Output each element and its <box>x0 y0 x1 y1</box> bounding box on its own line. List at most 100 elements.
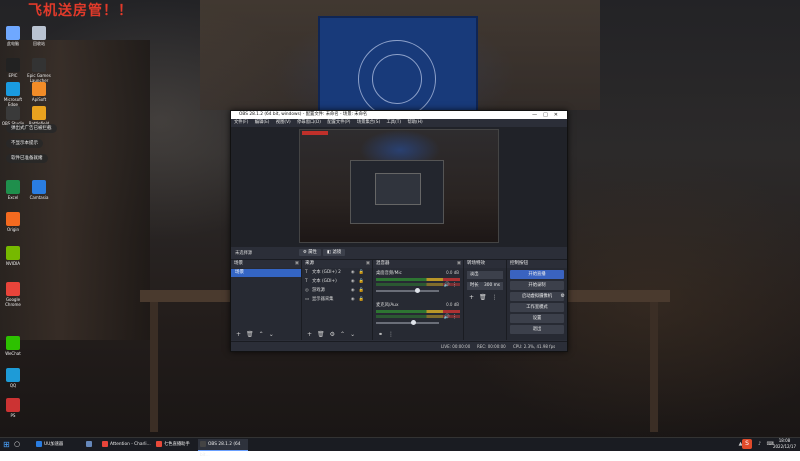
move-up-icon[interactable]: ⌃ <box>259 331 264 338</box>
desktop-icon[interactable]: WeChat <box>0 336 26 356</box>
desktop-icon[interactable]: Camtasia <box>26 180 52 200</box>
scenes-dock-header: 场景 ▣ <box>231 260 301 268</box>
mixer-menu-icon[interactable]: ⋮ <box>388 331 394 338</box>
menu-scene-collection[interactable]: 场景集合(S) <box>357 120 380 125</box>
app-icon <box>6 368 20 382</box>
volume-slider[interactable] <box>376 288 439 293</box>
obs-titlebar[interactable]: OBS 28.1.2 (64 bit, windows) - 配置文件: 未命名… <box>231 111 567 119</box>
ime-indicator[interactable]: S <box>742 439 752 449</box>
transition-menu-icon[interactable]: ⋮ <box>492 294 503 301</box>
menu-docks[interactable]: 停靠窗口(D) <box>297 120 321 125</box>
scene-list-item[interactable]: 场景 <box>231 269 301 277</box>
desktop-icon[interactable]: ApiSoft <box>26 82 52 102</box>
desktop-icon[interactable]: 回收站 <box>26 26 52 46</box>
notification-balloon[interactable]: 弹出式广告已被拦截 <box>6 124 57 133</box>
menu-tools[interactable]: 工具(T) <box>387 120 402 125</box>
windows-start-icon[interactable]: ⊞ <box>3 440 10 449</box>
desktop-icon[interactable]: Microsoft Edge <box>0 82 26 107</box>
desktop-icon[interactable]: 此电脑 <box>0 26 26 46</box>
notification-balloon[interactable]: 软件已准备就绪 <box>6 154 48 163</box>
taskbar-app[interactable]: Attention - Charli... <box>100 439 154 450</box>
taskbar-app[interactable]: OBS 28.1.2 (64 bit... <box>198 439 248 458</box>
move-up-icon[interactable]: ⌃ <box>340 331 345 338</box>
desktop-icon[interactable]: QQ <box>0 368 26 388</box>
desktop-icon[interactable]: PS <box>0 398 26 418</box>
start-virtual-camera-button[interactable]: 启动虚拟摄像机 ⚙ <box>510 292 565 301</box>
desktop-icon[interactable]: Excel <box>0 180 26 200</box>
add-source-icon[interactable]: + <box>307 331 312 338</box>
preview-area[interactable] <box>231 127 567 247</box>
cpu-fps: CPU: 2.3%, 41.98 fps <box>513 344 556 349</box>
desktop-icon[interactable]: NVIDIA <box>0 246 26 266</box>
desktop-icon-label: EPIC <box>8 73 18 78</box>
taskbar-app-label: UU加速器 <box>44 442 64 447</box>
window-controls[interactable]: —□✕ <box>532 111 564 119</box>
remove-scene-icon[interactable]: 🗑 <box>246 331 254 338</box>
start-recording-button[interactable]: 开始录制 <box>510 281 564 290</box>
exit-button[interactable]: 退出 <box>510 325 564 334</box>
dock-float-icon[interactable]: ▣ <box>457 260 461 268</box>
preview-canvas[interactable] <box>299 129 499 243</box>
speaker-gear-icons[interactable]: 🔊⋮ <box>444 314 459 320</box>
notification-balloon[interactable]: 不显示本提示 <box>6 139 43 148</box>
source-list-item[interactable]: ◎ 游戏源 ◉🔒 <box>302 286 372 295</box>
desktop-icon[interactable]: Battlefield <box>26 106 52 126</box>
rec-timer: REC: 00:00:00 <box>477 344 506 349</box>
desktop-icon[interactable]: EPIC <box>0 58 26 78</box>
search-icon[interactable]: ○ <box>14 440 20 448</box>
dock-float-icon[interactable]: ▣ <box>295 260 299 268</box>
menu-file[interactable]: 文件(F) <box>234 120 248 125</box>
volume-slider[interactable] <box>376 320 439 325</box>
menu-profile[interactable]: 配置文件(P) <box>327 120 350 125</box>
desktop-icon[interactable]: Epic Games Launcher <box>26 58 52 83</box>
transition-buttons: +🗑⋮ <box>469 294 506 301</box>
mixer-link-icon[interactable]: ⚭ <box>378 331 383 338</box>
dock-float-icon[interactable]: ▣ <box>366 260 370 268</box>
volume-slider-knob[interactable] <box>410 320 416 325</box>
visibility-lock-icons[interactable]: ◉🔒 <box>351 268 368 277</box>
preview-banner-thumb <box>302 131 328 135</box>
menu-help[interactable]: 帮助(H) <box>407 120 422 125</box>
speaker-gear-icons[interactable]: 🔊⋮ <box>444 282 459 288</box>
visibility-lock-icons[interactable]: ◉🔒 <box>351 277 368 286</box>
app-icon <box>6 180 20 194</box>
filters-button[interactable]: ◧ 滤镜 <box>323 249 346 256</box>
volume-slider-knob[interactable] <box>415 288 421 293</box>
studio-mode-button[interactable]: 工作室模式 <box>510 303 564 312</box>
desktop-icon[interactable]: OBS Studio <box>0 106 26 126</box>
start-streaming-button[interactable]: 开始直播 <box>510 270 564 279</box>
app-icon <box>32 58 46 72</box>
settings-button[interactable]: 设置 <box>510 314 564 323</box>
preview-obs-thumb-nested <box>375 173 421 205</box>
obs-window: OBS 28.1.2 (64 bit, windows) - 配置文件: 未命名… <box>230 110 568 352</box>
menu-edit[interactable]: 编辑(E) <box>255 120 270 125</box>
desktop-icon[interactable]: Origin <box>0 212 26 232</box>
obs-title-text: OBS 28.1.2 (64 bit, windows) - 配置文件: 未命名… <box>239 112 368 117</box>
remove-source-icon[interactable]: 🗑 <box>317 331 325 338</box>
source-list-item[interactable]: T 文本 (GDI+) ◉🔒 <box>302 277 372 286</box>
source-list-item[interactable]: T 文本 (GDI+) 2 ◉🔒 <box>302 268 372 277</box>
desktop-icon-label: Google Chrome <box>5 297 21 307</box>
scenes-dock-title: 场景 <box>234 261 243 266</box>
taskbar-app[interactable]: 七色直播助手 <box>154 439 198 450</box>
menu-view[interactable]: 视图(V) <box>276 120 291 125</box>
properties-button[interactable]: ⚙ 属性 <box>299 249 321 256</box>
visibility-lock-icons[interactable]: ◉🔒 <box>351 286 368 295</box>
move-down-icon[interactable]: ⌄ <box>269 331 274 338</box>
transition-duration-field[interactable]: 时长 300 ms <box>467 282 503 290</box>
app-icon <box>86 440 92 447</box>
desktop-icon[interactable]: Google Chrome <box>0 282 26 307</box>
remove-transition-icon[interactable]: 🗑 <box>479 294 492 301</box>
transition-select[interactable]: 淡出 <box>467 271 503 279</box>
source-settings-icon[interactable]: ⚙ <box>330 331 335 338</box>
taskbar-clock[interactable]: 18:08 2022/12/17 <box>773 438 796 450</box>
desktop-icon-label: WeChat <box>5 351 21 356</box>
source-list-item[interactable]: ▭ 显示器采集 ◉🔒 <box>302 295 372 304</box>
move-down-icon[interactable]: ⌄ <box>350 331 355 338</box>
gear-icon[interactable]: ⚙ <box>561 292 565 301</box>
visibility-lock-icons[interactable]: ◉🔒 <box>351 295 368 304</box>
add-transition-icon[interactable]: + <box>469 294 479 301</box>
taskbar-app[interactable]: UU加速器 <box>34 439 84 450</box>
add-scene-icon[interactable]: + <box>236 331 241 338</box>
taskbar-app[interactable] <box>84 439 100 450</box>
